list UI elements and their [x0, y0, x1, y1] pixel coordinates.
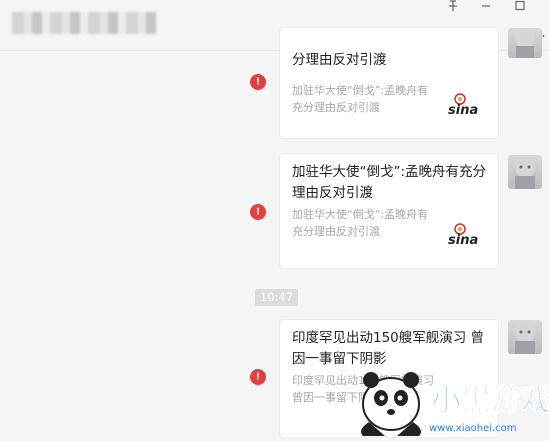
contact-name-blurred [12, 12, 157, 34]
svg-text:sina: sina [448, 233, 478, 247]
card-title: 分理由反对引渡 [292, 52, 387, 68]
svg-text:sina: sina [448, 103, 478, 117]
link-card-message[interactable]: 加驻华大使“倒戈”:孟晚舟有充分理由反对引渡 加驻华大使“倒戈”:孟晚舟有充分理… [280, 154, 498, 268]
sina-logo: sina [446, 91, 486, 118]
send-failed-icon[interactable]: ! [250, 204, 266, 220]
minimize-icon[interactable] [480, 0, 492, 16]
message-timestamp: 10:47 [255, 289, 298, 306]
avatar[interactable] [508, 320, 542, 354]
panda-mascot-icon [361, 372, 421, 436]
send-failed-icon[interactable]: ! [250, 369, 266, 385]
link-card-message[interactable]: 分理由反对引渡 加驻华大使“倒戈”:孟晚舟有充分理由反对引渡 sina [280, 28, 498, 138]
card-description: 加驻华大使“倒戈”:孟晚舟有充分理由反对引渡 [292, 208, 429, 238]
card-description: 加驻华大使“倒戈”:孟晚舟有充分理由反对引渡 [292, 84, 429, 114]
sina-logo: sina [446, 221, 486, 248]
site-watermark: 小黑游戏 www.xiaohei.com [345, 360, 549, 437]
watermark-brand-text: 小黑游戏 [431, 383, 549, 418]
avatar[interactable] [508, 155, 542, 189]
card-title: 加驻华大使“倒戈”:孟晚舟有充分理由反对引渡 [292, 164, 487, 201]
pin-icon[interactable] [446, 0, 460, 16]
send-failed-icon[interactable]: ! [250, 74, 266, 90]
watermark-url: www.xiaohei.com [429, 423, 517, 434]
maximize-icon[interactable] [514, 0, 526, 16]
avatar[interactable] [508, 28, 542, 58]
